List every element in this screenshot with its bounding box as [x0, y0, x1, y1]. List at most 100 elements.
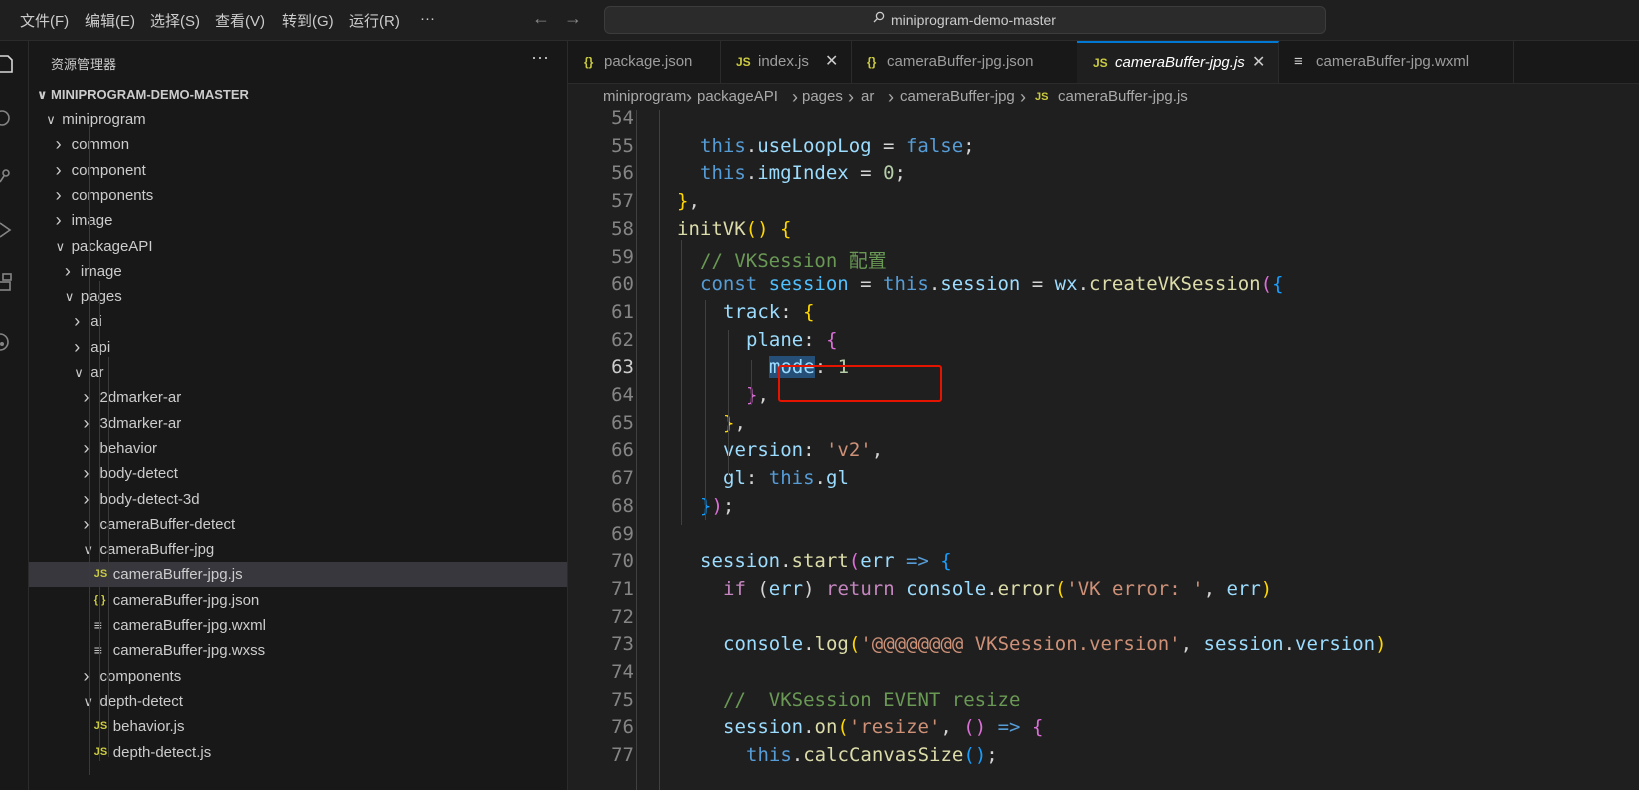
- breadcrumb-item[interactable]: cameraBuffer-jpg: [900, 84, 1015, 110]
- folder-row[interactable]: › common: [29, 132, 567, 157]
- folder-row[interactable]: › cameraBuffer-detect: [29, 512, 567, 537]
- remote-explorer-icon[interactable]: [0, 333, 14, 351]
- line-number: 73: [611, 633, 634, 656]
- code-token: session: [940, 273, 1021, 296]
- folder-row[interactable]: ∨ ar: [29, 360, 567, 385]
- file-row[interactable]: JS depth-detect.js: [29, 740, 567, 765]
- code-editor[interactable]: 54 55 this.useLoopLog = false; 56 this.imgIn…: [568, 110, 1639, 790]
- tree-item-label: depth-detect.js: [112, 743, 212, 761]
- tab-active-file[interactable]: JS cameraBuffer-jpg.js ✕: [1077, 41, 1279, 83]
- tree-item-label: cameraBuffer-detect: [99, 515, 236, 533]
- file-row[interactable]: { } cameraBuffer-jpg.json: [29, 588, 567, 613]
- folder-row[interactable]: ∨cameraBuffer-jpg: [29, 537, 567, 562]
- more-actions-icon[interactable]: ···: [531, 47, 549, 68]
- tree-item-label: image: [71, 212, 113, 230]
- menu-item[interactable]: 转到(G): [282, 10, 334, 31]
- file-row[interactable]: ≡ cameraBuffer-jpg.wxml: [29, 613, 567, 638]
- breadcrumb-item[interactable]: packageAPI: [697, 84, 778, 110]
- file-row[interactable]: JS cameraBuffer-jpg.js: [29, 562, 567, 588]
- search-view-icon[interactable]: [0, 109, 14, 127]
- folder-row[interactable]: › ai: [29, 309, 567, 334]
- explorer-files-icon[interactable]: [0, 55, 14, 73]
- file-row[interactable]: ≡ cameraBuffer-jpg.wxss: [29, 638, 567, 663]
- code-token: .: [1077, 273, 1090, 296]
- command-center-search[interactable]: miniprogram-demo-master: [604, 6, 1326, 34]
- folder-row[interactable]: ∨ miniprogram: [29, 107, 567, 132]
- tab-file[interactable]: {} cameraBuffer-jpg.json: [851, 41, 1078, 83]
- folder-row[interactable]: › components: [29, 183, 567, 208]
- chevron-right-icon: ›: [74, 336, 81, 357]
- code-token: err: [1226, 577, 1261, 600]
- folder-row[interactable]: ∨ pages: [29, 284, 567, 309]
- code-token: .: [745, 134, 758, 157]
- breadcrumb-item[interactable]: pages: [802, 84, 843, 110]
- back-arrow-icon[interactable]: ←: [532, 8, 550, 29]
- code-token: .: [791, 744, 804, 767]
- code-token: console: [906, 577, 987, 600]
- folder-row[interactable]: › component: [29, 158, 567, 183]
- tab-file[interactable]: JS index.js ✕: [720, 41, 852, 83]
- tree-item-label: cameraBuffer-jpg.wxml: [112, 617, 266, 634]
- tab-label: index.js: [758, 53, 809, 70]
- folder-row[interactable]: ∨depth-detect: [29, 689, 567, 714]
- folder-row[interactable]: › image: [29, 259, 567, 284]
- chevron-right-icon: ›: [1020, 87, 1026, 107]
- menu-item[interactable]: 文件(F): [20, 10, 69, 31]
- code-token: ;: [963, 134, 975, 157]
- folder-row[interactable]: › 2dmarker-ar: [29, 385, 567, 410]
- breadcrumb-item[interactable]: ar: [861, 84, 874, 110]
- code-token: version: [723, 439, 804, 462]
- code-token: =: [848, 273, 884, 296]
- menu-item[interactable]: 编辑(E): [85, 10, 135, 31]
- indent-guide: [659, 110, 660, 790]
- code-token: ,: [940, 716, 964, 739]
- line-number: 70: [611, 550, 634, 573]
- code-token: =: [1020, 273, 1055, 296]
- code-token: version: [1295, 633, 1376, 656]
- js-file-icon: JS: [93, 745, 108, 758]
- line-number: 61: [611, 300, 634, 323]
- folder-row[interactable]: › behavior: [29, 436, 567, 461]
- source-control-icon[interactable]: [0, 167, 14, 185]
- explorer-root-folder[interactable]: ∨ MINIPROGRAM-DEMO-MASTER: [29, 82, 567, 107]
- chevron-right-icon: ›: [792, 87, 798, 107]
- menu-item[interactable]: 运行(R): [349, 10, 400, 31]
- code-token: (: [848, 550, 861, 573]
- folder-row[interactable]: › body-detect-3d: [29, 487, 567, 512]
- code-token: {: [826, 328, 838, 351]
- folder-row[interactable]: › 3dmarker-ar: [29, 411, 567, 436]
- folder-row[interactable]: › api: [29, 335, 567, 360]
- code-token: ): [711, 494, 723, 517]
- indent-guide: [681, 240, 682, 525]
- line-number: 60: [611, 273, 634, 296]
- code-token: (): [745, 217, 780, 240]
- folder-row[interactable]: › components: [29, 664, 567, 689]
- js-file-icon: JS: [1093, 56, 1108, 70]
- line-number: 56: [611, 162, 634, 185]
- tree-item-label: cameraBuffer-jpg.json: [112, 591, 260, 609]
- tree-item-label: cameraBuffer-jpg: [99, 541, 215, 559]
- menu-more-icon[interactable]: ···: [420, 10, 435, 27]
- code-token: ;: [894, 162, 906, 185]
- code-token: // VKSession EVENT resize: [723, 688, 1021, 711]
- line-number: 57: [611, 190, 634, 213]
- line-number: 76: [611, 716, 634, 739]
- run-debug-icon[interactable]: [0, 221, 14, 239]
- menu-item[interactable]: 选择(S): [150, 10, 200, 31]
- close-icon[interactable]: ✕: [1252, 43, 1265, 83]
- breadcrumb-item[interactable]: miniprogram: [603, 84, 686, 110]
- code-token: 0: [883, 162, 895, 185]
- breadcrumb-item[interactable]: cameraBuffer-jpg.js: [1058, 84, 1188, 110]
- folder-row[interactable]: ∨ packageAPI: [29, 234, 567, 259]
- folder-row[interactable]: › image: [29, 208, 567, 233]
- tab-file[interactable]: {} package.json: [568, 41, 721, 83]
- tab-file[interactable]: ≡ cameraBuffer-jpg.wxml: [1278, 41, 1514, 83]
- tree-item-label: body-detect-3d: [99, 490, 200, 508]
- code-token: (: [1260, 273, 1273, 296]
- menu-item[interactable]: 查看(V): [215, 10, 265, 31]
- forward-arrow-icon[interactable]: →: [564, 8, 582, 29]
- extensions-icon[interactable]: [0, 273, 14, 291]
- file-row[interactable]: JS behavior.js: [29, 714, 567, 739]
- folder-row[interactable]: › body-detect: [29, 461, 567, 486]
- close-icon[interactable]: ✕: [825, 41, 838, 83]
